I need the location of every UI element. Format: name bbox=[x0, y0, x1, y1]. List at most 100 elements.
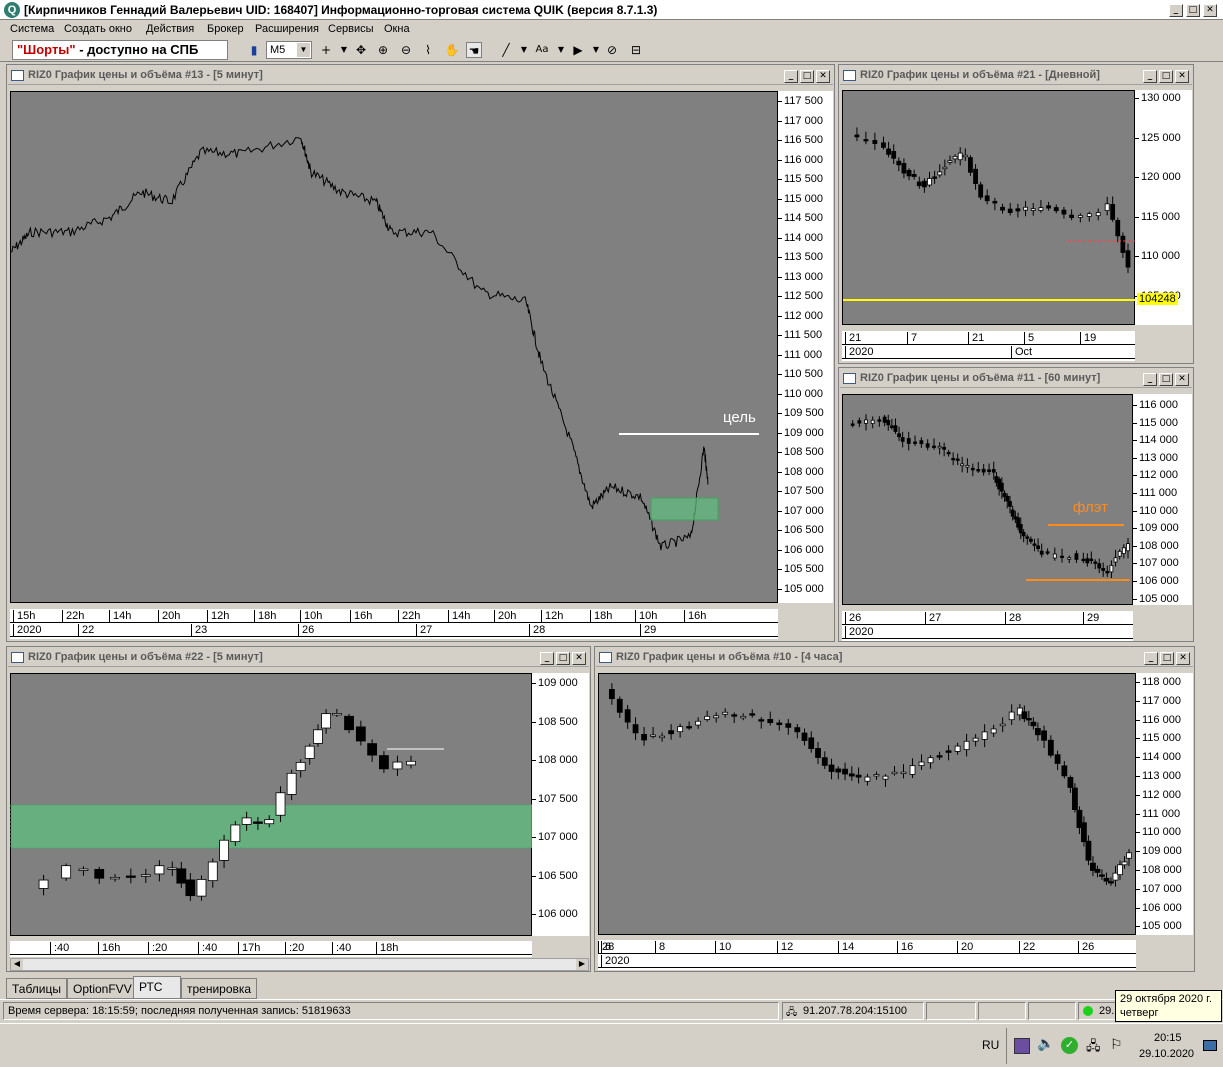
chart-window-21[interactable]: RIZ0 График цены и объёма #21 - [Дневной… bbox=[838, 64, 1194, 364]
crosshair-icon[interactable]: + bbox=[318, 42, 334, 58]
price-plot[interactable] bbox=[842, 90, 1136, 325]
close-button[interactable]: ✕ bbox=[1175, 373, 1189, 386]
hand-select-icon[interactable]: ☚ bbox=[466, 42, 482, 58]
maximize-button[interactable]: □ bbox=[556, 652, 570, 665]
security-icon[interactable]: ✓ bbox=[1061, 1037, 1078, 1054]
candle-down bbox=[1010, 509, 1015, 517]
arrow-tool-icon[interactable]: ▶ bbox=[570, 42, 586, 58]
interval-value: M5 bbox=[270, 44, 286, 56]
chart-window-titlebar[interactable]: RIZ0 График цены и объёма #22 - [5 минут… bbox=[8, 648, 589, 667]
zoom-out-icon[interactable]: ⊖ bbox=[398, 42, 414, 58]
candle-down bbox=[932, 445, 936, 448]
x-tick-label: 21 bbox=[968, 332, 984, 345]
horizontal-scrollbar[interactable]: ◀ ▶ bbox=[10, 958, 589, 971]
candle-down bbox=[1103, 877, 1110, 882]
chevron-down-icon[interactable]: ▼ bbox=[553, 42, 569, 58]
chart-window-icon bbox=[843, 70, 856, 81]
candle-down bbox=[835, 768, 842, 773]
menu-actions[interactable]: Действия bbox=[146, 23, 194, 35]
clock-time[interactable]: 20:15 bbox=[1154, 1032, 1182, 1044]
app-tray-icon[interactable] bbox=[1014, 1038, 1030, 1054]
close-button[interactable]: ✕ bbox=[816, 70, 830, 83]
chart-type-icon[interactable]: ▮ bbox=[246, 42, 262, 58]
volume-icon[interactable]: 🔈 bbox=[1037, 1036, 1054, 1052]
time-axis-row: 2020 bbox=[842, 625, 1133, 639]
candle-up bbox=[927, 757, 934, 764]
menu-windows[interactable]: Окна bbox=[384, 23, 410, 35]
menu-services[interactable]: Сервисы bbox=[328, 23, 374, 35]
y-tick-label: 108 500 bbox=[532, 715, 578, 728]
line-tool-icon[interactable]: ╱ bbox=[498, 42, 514, 58]
language-indicator[interactable]: RU bbox=[982, 1038, 999, 1052]
delete-objects-icon[interactable]: ⊟ bbox=[628, 42, 644, 58]
text-tool-icon[interactable]: Aa bbox=[534, 42, 550, 58]
scroll-left-icon[interactable]: ◀ bbox=[11, 959, 23, 970]
candle-up bbox=[1113, 557, 1118, 563]
chart-window-titlebar[interactable]: RIZ0 График цены и объёма #11 - [60 мину… bbox=[840, 369, 1192, 388]
maximize-button[interactable]: □ bbox=[1159, 70, 1173, 83]
price-plot[interactable]: цель bbox=[10, 91, 778, 603]
maximize-button[interactable]: □ bbox=[1160, 652, 1174, 665]
chart-window-titlebar[interactable]: RIZ0 График цены и объёма #21 - [Дневной… bbox=[840, 66, 1192, 85]
tab-rts[interactable]: РТС bbox=[133, 976, 181, 999]
y-tick-label: 106 000 bbox=[1136, 901, 1182, 914]
minimize-button[interactable]: _ bbox=[1144, 652, 1158, 665]
close-button[interactable]: ✕ bbox=[1203, 4, 1217, 17]
ruler-icon[interactable]: ⌇ bbox=[420, 42, 436, 58]
chevron-down-icon[interactable]: ▼ bbox=[588, 42, 604, 58]
x-date-label: 27 bbox=[416, 624, 432, 637]
chart-window-11[interactable]: RIZ0 График цены и объёма #11 - [60 мину… bbox=[838, 367, 1194, 642]
y-tick-label: 113 000 bbox=[778, 270, 823, 283]
chevron-down-icon[interactable]: ▼ bbox=[516, 42, 532, 58]
y-tick-label: 109 500 bbox=[778, 407, 824, 419]
move-icon[interactable]: ✥ bbox=[353, 42, 369, 58]
candle-down bbox=[955, 458, 960, 461]
close-button[interactable]: ✕ bbox=[1176, 652, 1190, 665]
chart-svg: флэт bbox=[850, 414, 1130, 581]
close-button[interactable]: ✕ bbox=[572, 652, 586, 665]
maximize-button[interactable]: □ bbox=[1185, 4, 1200, 17]
menu-create-window[interactable]: Создать окно bbox=[64, 23, 132, 35]
maximize-button[interactable]: □ bbox=[800, 70, 814, 83]
chart-window-titlebar[interactable]: RIZ0 График цены и объёма #10 - [4 часа]… bbox=[596, 648, 1193, 667]
minimize-button[interactable]: _ bbox=[1168, 4, 1183, 17]
zoom-in-icon[interactable]: ⊕ bbox=[375, 42, 391, 58]
price-plot[interactable] bbox=[598, 673, 1136, 935]
minimize-button[interactable]: _ bbox=[1143, 70, 1157, 83]
maximize-button[interactable]: □ bbox=[1159, 373, 1173, 386]
network-tray-icon[interactable]: 🖧 bbox=[1086, 1037, 1101, 1059]
chart-window-13[interactable]: RIZ0 График цены и объёма #13 - [5 минут… bbox=[6, 64, 835, 642]
clock-date[interactable]: 29.10.2020 bbox=[1139, 1048, 1194, 1060]
scroll-right-icon[interactable]: ▶ bbox=[576, 959, 588, 970]
chart-window-22[interactable]: RIZ0 График цены и объёма #22 - [5 минут… bbox=[6, 646, 591, 972]
x-tick-label: 15h bbox=[13, 610, 35, 623]
price-plot[interactable] bbox=[10, 673, 534, 936]
candle-up bbox=[1086, 213, 1092, 217]
connection-address: 91.207.78.204:15100 bbox=[803, 1005, 907, 1017]
y-tick-label: 108 000 bbox=[1133, 539, 1179, 552]
tab-tables[interactable]: Таблицы bbox=[6, 978, 68, 999]
candle-down bbox=[776, 722, 783, 726]
chart-window-titlebar[interactable]: RIZ0 График цены и объёма #13 - [5 минут… bbox=[8, 66, 833, 85]
menu-system[interactable]: Система bbox=[10, 23, 54, 35]
minimize-button[interactable]: _ bbox=[540, 652, 554, 665]
show-desktop-icon[interactable] bbox=[1203, 1040, 1217, 1051]
y-tick-label: 106 000 bbox=[532, 908, 578, 920]
chevron-down-icon[interactable]: ▼ bbox=[297, 43, 310, 57]
minimize-button[interactable]: _ bbox=[784, 70, 798, 83]
chart-window-10[interactable]: RIZ0 График цены и объёма #10 - [4 часа]… bbox=[594, 646, 1195, 972]
close-button[interactable]: ✕ bbox=[1175, 70, 1189, 83]
candle-down bbox=[1028, 538, 1033, 542]
hand-icon[interactable]: ✋ bbox=[444, 42, 460, 58]
minimize-button[interactable]: _ bbox=[1143, 373, 1157, 386]
hide-objects-icon[interactable]: ⊘ bbox=[604, 42, 620, 58]
flag-icon[interactable]: ⚐ bbox=[1110, 1036, 1123, 1053]
tab-optionfvv[interactable]: OptionFVV bbox=[67, 978, 138, 999]
tab-training[interactable]: тренировка bbox=[181, 978, 258, 999]
chevron-down-icon[interactable]: ▼ bbox=[336, 42, 352, 58]
interval-select[interactable]: M5 ▼ bbox=[266, 41, 312, 59]
price-plot[interactable]: флэт bbox=[842, 394, 1133, 605]
menu-extensions[interactable]: Расширения bbox=[255, 23, 319, 35]
shorts-text: - доступно на СПБ bbox=[75, 42, 199, 57]
menu-broker[interactable]: Брокер bbox=[207, 23, 244, 35]
